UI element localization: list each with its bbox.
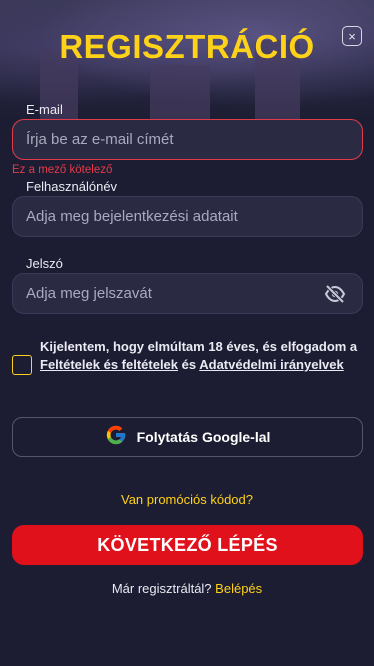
username-field[interactable] <box>26 208 362 225</box>
login-prompt: Már regisztráltál? Belépés <box>0 581 374 596</box>
consent-text-before: Kijelentem, hogy elmúltam 18 éves, és el… <box>40 339 358 354</box>
page-title: REGISZTRÁCIÓ <box>59 28 315 65</box>
privacy-policy-link[interactable]: Adatvédelmi irányelvek <box>199 357 344 372</box>
password-label: Jelszó <box>26 256 63 271</box>
consent-text-middle: és <box>178 357 200 372</box>
username-label: Felhasználónév <box>26 179 118 194</box>
promo-code-link[interactable]: Van promóciós kódod? <box>0 492 374 507</box>
email-field[interactable] <box>26 131 362 148</box>
eye-off-icon[interactable] <box>324 284 346 304</box>
username-field-wrapper <box>12 196 363 237</box>
login-link[interactable]: Belépés <box>215 581 262 596</box>
background-tower <box>150 65 210 120</box>
password-field-wrapper <box>12 273 363 314</box>
close-button[interactable]: × <box>342 26 362 46</box>
next-step-button[interactable]: KÖVETKEZŐ LÉPÉS <box>12 525 363 565</box>
email-label: E-mail <box>26 102 63 117</box>
password-field[interactable] <box>26 285 362 302</box>
next-step-label: KÖVETKEZŐ LÉPÉS <box>97 534 278 555</box>
terms-link[interactable]: Feltételek és feltételek <box>40 357 178 372</box>
google-icon <box>105 424 127 451</box>
age-terms-checkbox[interactable] <box>12 355 32 375</box>
google-button-label: Folytatás Google-lal <box>136 429 271 445</box>
email-field-wrapper <box>12 119 363 160</box>
google-signin-button[interactable]: Folytatás Google-lal <box>12 417 363 457</box>
login-question: Már regisztráltál? <box>111 581 212 596</box>
consent-text: Kijelentem, hogy elmúltam 18 éves, és el… <box>40 338 365 374</box>
close-icon: × <box>348 28 356 44</box>
email-error-message: Ez a mező kötelező <box>12 164 113 176</box>
